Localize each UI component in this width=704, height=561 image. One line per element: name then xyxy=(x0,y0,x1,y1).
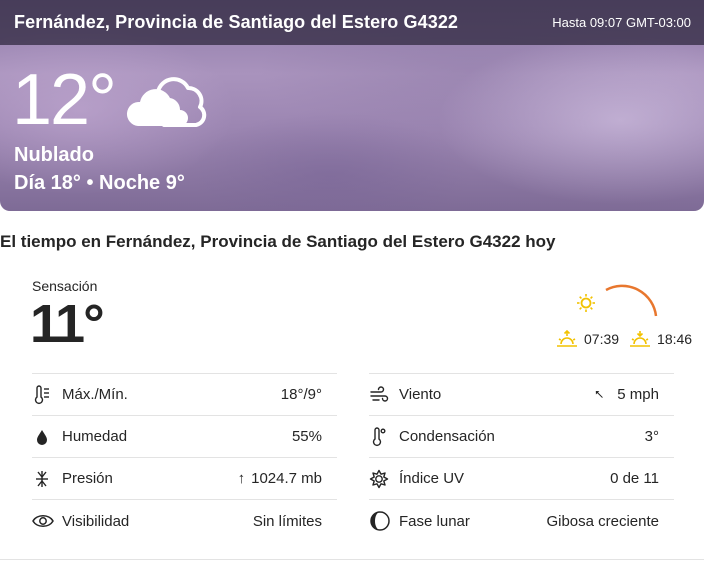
detail-value: Gibosa creciente xyxy=(546,512,659,530)
detail-value: 3° xyxy=(644,428,659,445)
dew-point-icon xyxy=(369,426,399,447)
detail-row-high-low: Máx./Mín. 18°/9° xyxy=(32,374,337,416)
current-temperature: 12° xyxy=(12,60,117,140)
sunset-time: 18:46 xyxy=(657,331,693,347)
visibility-eye-icon xyxy=(32,511,62,531)
detail-label: Humedad xyxy=(62,428,128,445)
pressure-trend-icon: ↑ xyxy=(237,470,246,487)
detail-row-humidity: Humedad 55% xyxy=(32,416,337,458)
sunrise-sunset: 07:39 18:46 xyxy=(556,330,696,348)
detail-value: 5 mph xyxy=(617,386,659,403)
detail-value: 1024.7 mb xyxy=(251,470,322,487)
detail-row-wind: Viento ⭦ 5 mph xyxy=(369,374,674,416)
sun-position-icon xyxy=(577,294,595,312)
detail-row-uv-index: Índice UV 0 de 11 xyxy=(369,458,674,500)
detail-label: Fase lunar xyxy=(399,512,470,530)
detail-row-pressure: Presión ↑ 1024.7 mb xyxy=(32,458,337,500)
detail-label: Condensación xyxy=(399,428,495,445)
detail-value: Sin límites xyxy=(252,512,322,530)
today-section-title: El tiempo en Fernández, Provincia de San… xyxy=(0,232,556,251)
sunrise-icon xyxy=(557,330,577,347)
wind-icon xyxy=(369,385,399,405)
current-conditions-card: Fernández, Provincia de Santiago del Est… xyxy=(0,0,704,211)
detail-value: 0 de 11 xyxy=(610,470,659,487)
sunset-icon xyxy=(630,331,651,347)
detail-label: Viento xyxy=(399,386,442,403)
details-list-left: Máx./Mín. 18°/9° Humedad 55% Presión ↑ 1… xyxy=(32,373,337,542)
cloudy-icon xyxy=(126,77,207,127)
moon-phase-icon xyxy=(369,510,399,532)
detail-row-visibility: Visibilidad Sin límites xyxy=(32,500,337,542)
valid-until-time: Hasta 09:07 GMT-03:00 xyxy=(552,15,691,30)
detail-label: Visibilidad xyxy=(62,512,130,530)
pressure-icon xyxy=(32,469,62,489)
detail-value: 18°/9° xyxy=(280,386,322,403)
detail-value: 55% xyxy=(291,428,322,445)
details-list-right: Viento ⭦ 5 mph Condensación 3° Índice UV… xyxy=(369,373,674,542)
detail-label: Índice UV xyxy=(399,470,465,487)
location-header: Fernández, Provincia de Santiago del Est… xyxy=(0,0,704,45)
feels-like-label: Sensación xyxy=(32,278,98,294)
location-name: Fernández, Provincia de Santiago del Est… xyxy=(14,12,459,32)
detail-row-moon-phase: Fase lunar Gibosa creciente xyxy=(369,500,674,542)
detail-label: Máx./Mín. xyxy=(62,386,128,403)
uv-index-icon xyxy=(369,469,399,489)
thermometer-icon xyxy=(32,384,62,405)
detail-label: Presión xyxy=(62,470,113,487)
section-divider xyxy=(0,559,704,560)
humidity-drop-icon xyxy=(32,427,62,447)
feels-like-value: 11° xyxy=(30,294,105,354)
day-night-temperatures: Día 18° • Noche 9° xyxy=(14,172,185,194)
sunrise-time: 07:39 xyxy=(584,331,620,347)
sun-arc-icon xyxy=(577,284,658,317)
detail-row-dew-point: Condensación 3° xyxy=(369,416,674,458)
wind-direction-icon: ⭦ xyxy=(594,386,604,402)
weather-phrase: Nublado xyxy=(14,144,94,166)
